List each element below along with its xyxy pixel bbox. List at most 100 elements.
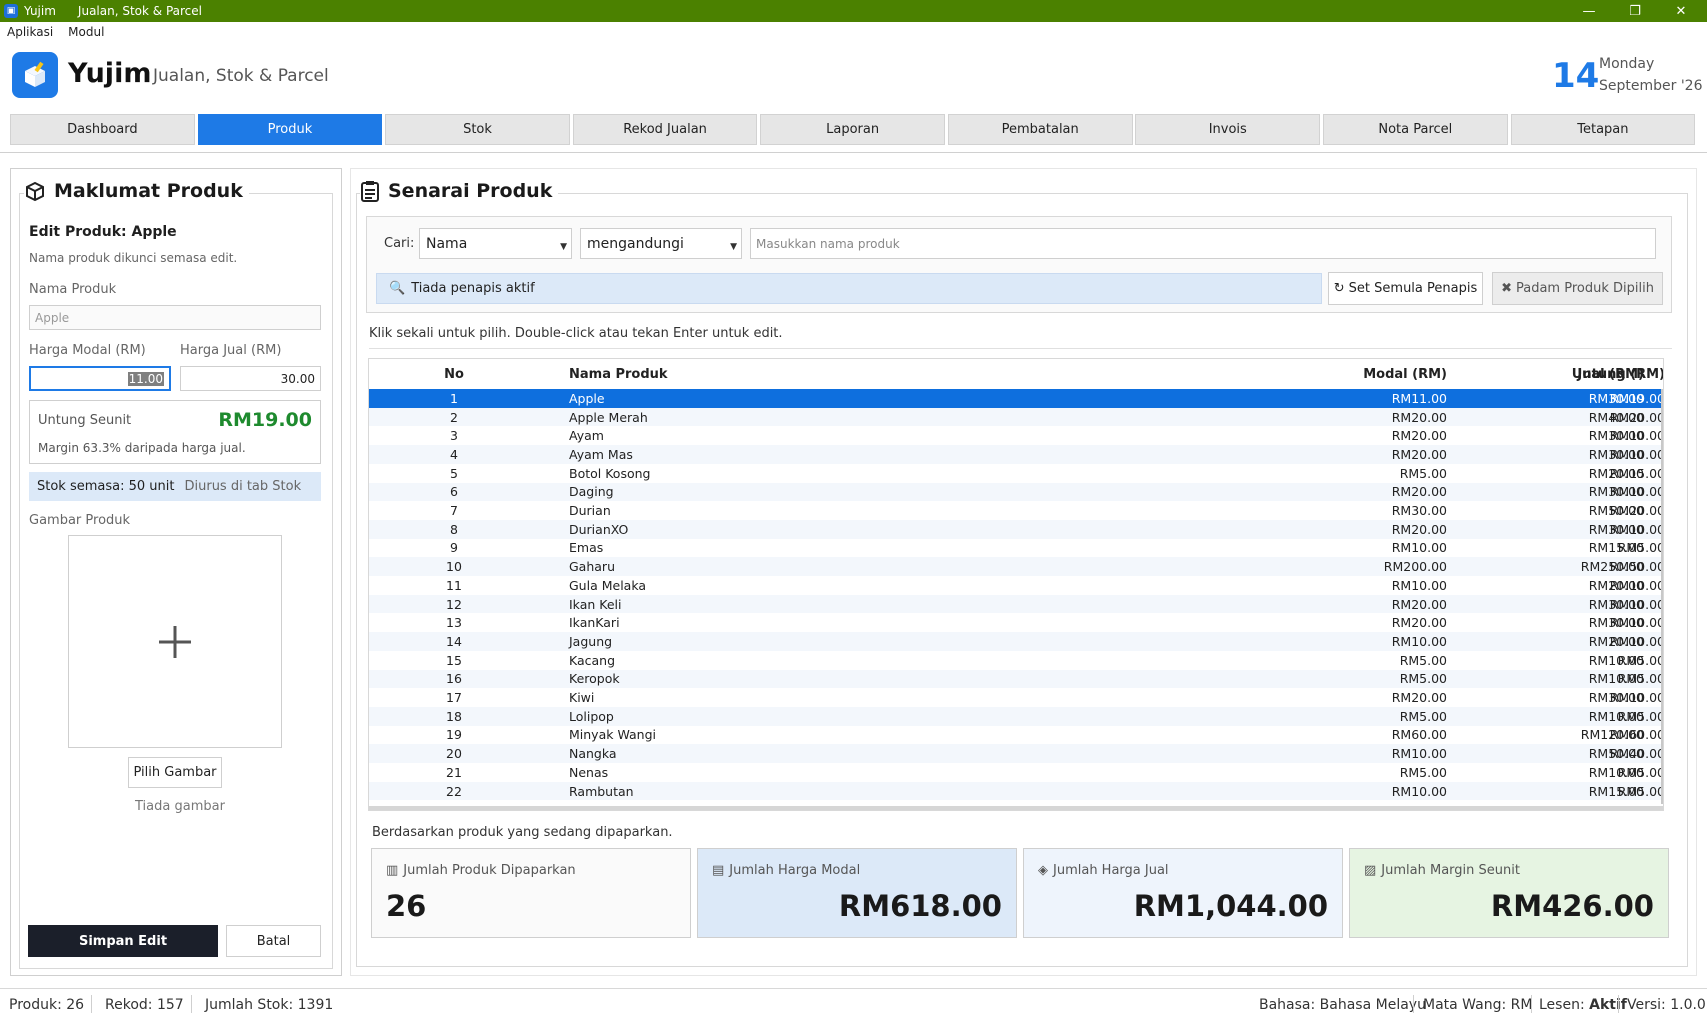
filter-status: 🔍 Tiada penapis aktif	[376, 273, 1322, 304]
table-row[interactable]: 3 Ayam RM20.00 RM30.00 RM10.00	[369, 426, 1664, 445]
tab-nota-parcel[interactable]: Nota Parcel	[1322, 114, 1508, 145]
cell-modal: RM5.00	[1399, 764, 1447, 780]
unit-profit-box: Untung Seunit RM19.00 Margin 63.3% darip…	[29, 400, 321, 464]
table-row[interactable]: 15 Kacang RM5.00 RM10.00 RM5.00	[369, 651, 1663, 670]
cell-untung: RM5.00	[1617, 671, 1664, 687]
table-row[interactable]: 2 Apple Merah RM20.00 RM40.00 RM20.00	[369, 407, 1664, 427]
tab-produk[interactable]: Produk	[197, 114, 383, 145]
product-image-area[interactable]	[68, 535, 282, 748]
vertical-scrollbar[interactable]	[1661, 389, 1663, 804]
table-row[interactable]: 1 Apple RM11.00 RM30.00 RM19.00	[369, 389, 1663, 408]
table-row[interactable]: 4 Ayam Mas RM20.00 RM30.00 RM10.00	[369, 445, 1663, 464]
cell-modal: RM200.00	[1383, 559, 1447, 575]
cell-modal: RM20.00	[1391, 409, 1447, 425]
cell-untung: RM10.00	[1609, 428, 1664, 444]
cell-modal: RM20.00	[1391, 615, 1447, 631]
app-icon: ▣	[4, 4, 18, 18]
product-name-field[interactable]: Apple	[29, 305, 321, 330]
table-row[interactable]: 13 IkanKari RM20.00 RM30.00 RM10.00	[369, 613, 1663, 632]
cell-no: 19	[446, 727, 462, 743]
table-row[interactable]: 9 Emas RM10.00 RM15.00 RM5.00	[369, 539, 1663, 558]
tab-dashboard[interactable]: Dashboard	[10, 114, 195, 145]
cell-untung: RM15.00	[1609, 465, 1664, 481]
menu-aplikasi[interactable]: Aplikasi	[7, 25, 53, 39]
status-lesen: Lesen: Aktif	[1539, 997, 1627, 1013]
table-row[interactable]: 12 Ikan Keli RM20.00 RM30.00 RM10.00	[369, 594, 1663, 614]
cancel-button[interactable]: Batal	[226, 925, 321, 957]
cell-nama-produk: Rambutan	[569, 783, 634, 799]
table-row[interactable]: 5 Botol Kosong RM5.00 RM20.00 RM15.00	[369, 464, 1664, 483]
table-row[interactable]: 14 Jagung RM10.00 RM20.00 RM10.00	[369, 632, 1663, 651]
cell-no: 11	[446, 577, 462, 593]
product-detail-title-text: Maklumat Produk	[54, 180, 243, 202]
cell-modal: RM10.00	[1391, 577, 1447, 593]
cell-untung: RM40.00	[1609, 746, 1664, 762]
table-row[interactable]: 8 DurianXO RM20.00 RM30.00 RM10.00	[369, 519, 1663, 539]
sell-price-field[interactable]: 30.00	[180, 366, 321, 391]
cell-modal: RM20.00	[1391, 596, 1447, 612]
table-row[interactable]: 20 Nangka RM10.00 RM50.00 RM40.00	[369, 744, 1664, 763]
table-row[interactable]: 21 Nenas RM5.00 RM10.00 RM5.00	[369, 763, 1663, 782]
table-row[interactable]: 19 Minyak Wangi RM60.00 RM120.00 RM60.00	[369, 726, 1663, 745]
save-edit-button[interactable]: Simpan Edit	[28, 925, 218, 957]
cost-price-field[interactable]: 11.00	[29, 366, 171, 391]
date-day: 14	[1552, 56, 1600, 96]
cell-modal: RM10.00	[1391, 746, 1447, 762]
table-row[interactable]: 17 Kiwi RM20.00 RM30.00 RM10.00	[369, 688, 1663, 707]
search-input[interactable]: Masukkan nama produk	[750, 228, 1656, 259]
table-row[interactable]: 11 Gula Melaka RM10.00 RM20.00 RM10.00	[369, 576, 1664, 595]
pick-image-button[interactable]: Pilih Gambar	[128, 757, 222, 788]
search-field-select[interactable]: Nama ▼	[419, 228, 572, 259]
unit-profit-value: RM19.00	[218, 409, 312, 431]
search-match-select[interactable]: mengandungi ▼	[580, 228, 742, 259]
minimize-icon[interactable]: —	[1566, 0, 1612, 22]
cell-nama-produk: Minyak Wangi	[569, 727, 656, 743]
chevron-down-icon: ▼	[560, 242, 567, 252]
cost-price-value: 11.00	[127, 371, 164, 386]
menu-modul[interactable]: Modul	[68, 25, 104, 39]
tab-tetapan[interactable]: Tetapan	[1510, 114, 1696, 145]
image-label: Gambar Produk	[29, 513, 131, 528]
status-separator	[1531, 995, 1532, 1013]
table-row[interactable]: 22 Rambutan RM10.00 RM15.00 RM5.00	[369, 781, 1663, 801]
table-row[interactable]: 7 Durian RM30.00 RM50.00 RM20.00	[369, 501, 1663, 520]
table-row[interactable]: 6 Daging RM20.00 RM30.00 RM10.00	[369, 482, 1663, 502]
col-untung[interactable]: Untung (RM)	[1499, 367, 1663, 382]
restore-icon[interactable]: ❐	[1612, 0, 1658, 22]
cell-untung: RM10.00	[1609, 577, 1664, 593]
table-row[interactable]: 10 Gaharu RM200.00 RM250.00 RM50.00	[369, 557, 1663, 576]
card-total-cost-value: RM618.00	[838, 889, 1002, 923]
cell-no: 6	[450, 484, 458, 500]
cell-untung: RM20.00	[1609, 409, 1664, 425]
table-row[interactable]: 16 Keropok RM5.00 RM10.00 RM5.00	[369, 669, 1664, 689]
card-total-sell: ◈ Jumlah Harga Jual RM1,044.00	[1023, 848, 1343, 938]
delete-product-button[interactable]: ✖ Padam Produk Dipilih	[1492, 272, 1663, 305]
cell-nama-produk: Kiwi	[569, 690, 595, 706]
tab-laporan[interactable]: Laporan	[760, 114, 946, 145]
cell-nama-produk: Lolipop	[569, 708, 614, 724]
col-no[interactable]: No	[429, 367, 479, 382]
cell-nama-produk: Emas	[569, 540, 604, 556]
cell-nama-produk: Ayam	[569, 428, 604, 444]
status-bahasa: Bahasa: Bahasa Melayu	[1259, 997, 1426, 1013]
brand-name: Yujim	[68, 58, 152, 89]
tab-pembatalan[interactable]: Pembatalan	[947, 114, 1133, 145]
product-table[interactable]: No Nama Produk Modal (RM) Jual (RM) Untu…	[368, 358, 1664, 811]
menubar: Aplikasi Modul	[0, 22, 1707, 42]
col-modal[interactable]: Modal (RM)	[1229, 367, 1517, 382]
close-icon[interactable]: ✕	[1658, 0, 1704, 22]
tab-stok[interactable]: Stok	[385, 114, 570, 145]
table-row[interactable]: 18 Lolipop RM5.00 RM10.00 RM5.00	[369, 706, 1663, 726]
col-nama-produk[interactable]: Nama Produk	[569, 367, 889, 382]
reset-filter-button[interactable]: ↻ Set Semula Penapis	[1328, 272, 1483, 305]
status-bar: Produk: 26 Rekod: 157 Jumlah Stok: 1391 …	[0, 988, 1707, 1019]
close-icon: ✖	[1501, 281, 1512, 296]
cell-no: 17	[446, 690, 462, 706]
tab-invois[interactable]: Invois	[1135, 114, 1321, 145]
cell-modal: RM20.00	[1391, 690, 1447, 706]
tab-rekod-jualan[interactable]: Rekod Jualan	[572, 114, 758, 145]
horizontal-scrollbar[interactable]	[369, 806, 1663, 810]
cell-nama-produk: Daging	[569, 484, 614, 500]
cell-no: 21	[446, 764, 462, 780]
bar-chart-icon: ▥	[386, 863, 399, 878]
